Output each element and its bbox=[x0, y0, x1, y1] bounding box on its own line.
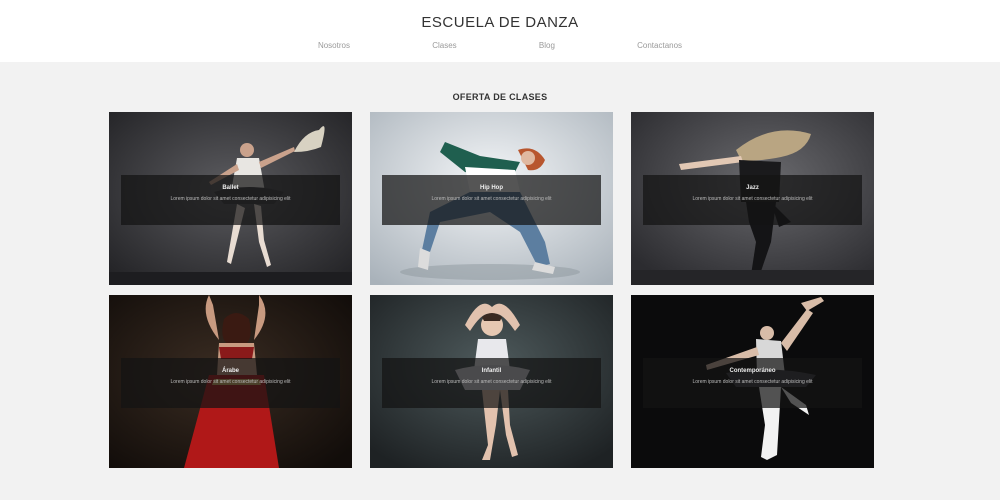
card-caption: Infantil Lorem ipsum dolor sit amet cons… bbox=[382, 358, 601, 408]
class-card-contemporaneo[interactable]: Contemporáneo Lorem ipsum dolor sit amet… bbox=[631, 295, 874, 468]
site-header: ESCUELA DE DANZA Nosotros Clases Blog Co… bbox=[0, 0, 1000, 62]
site-title[interactable]: ESCUELA DE DANZA bbox=[0, 14, 1000, 31]
class-card-jazz[interactable]: Jazz Lorem ipsum dolor sit amet consecte… bbox=[631, 112, 874, 285]
nav-link-nosotros[interactable]: Nosotros bbox=[318, 41, 350, 50]
nav-link-clases[interactable]: Clases bbox=[432, 41, 456, 50]
card-title: Hip Hop bbox=[480, 185, 503, 191]
class-card-arabe[interactable]: Árabe Lorem ipsum dolor sit amet consect… bbox=[109, 295, 352, 468]
card-title: Ballet bbox=[222, 185, 239, 191]
card-description: Lorem ipsum dolor sit amet consectetur a… bbox=[431, 196, 552, 202]
card-title: Infantil bbox=[481, 368, 502, 374]
class-card-ballet[interactable]: Ballet Lorem ipsum dolor sit amet consec… bbox=[109, 112, 352, 285]
card-description: Lorem ipsum dolor sit amet consectetur a… bbox=[170, 379, 291, 385]
section-title: OFERTA DE CLASES bbox=[452, 92, 548, 102]
card-title: Contemporáneo bbox=[729, 368, 776, 374]
classes-grid: Ballet Lorem ipsum dolor sit amet consec… bbox=[109, 112, 875, 468]
card-title: Jazz bbox=[746, 185, 759, 191]
card-caption: Jazz Lorem ipsum dolor sit amet consecte… bbox=[643, 175, 862, 225]
nav-link-contactanos[interactable]: Contactanos bbox=[637, 41, 682, 50]
card-description: Lorem ipsum dolor sit amet consectetur a… bbox=[692, 379, 813, 385]
card-description: Lorem ipsum dolor sit amet consectetur a… bbox=[431, 379, 552, 385]
card-caption: Árabe Lorem ipsum dolor sit amet consect… bbox=[121, 358, 340, 408]
card-description: Lorem ipsum dolor sit amet consectetur a… bbox=[692, 196, 813, 202]
class-card-hip-hop[interactable]: Hip Hop Lorem ipsum dolor sit amet conse… bbox=[370, 112, 613, 285]
card-caption: Contemporáneo Lorem ipsum dolor sit amet… bbox=[643, 358, 862, 408]
card-caption: Hip Hop Lorem ipsum dolor sit amet conse… bbox=[382, 175, 601, 225]
card-caption: Ballet Lorem ipsum dolor sit amet consec… bbox=[121, 175, 340, 225]
card-description: Lorem ipsum dolor sit amet consectetur a… bbox=[170, 196, 291, 202]
nav-link-blog[interactable]: Blog bbox=[539, 41, 555, 50]
card-title: Árabe bbox=[221, 368, 239, 374]
class-card-infantil[interactable]: Infantil Lorem ipsum dolor sit amet cons… bbox=[370, 295, 613, 468]
main-nav: Nosotros Clases Blog Contactanos bbox=[0, 41, 1000, 50]
